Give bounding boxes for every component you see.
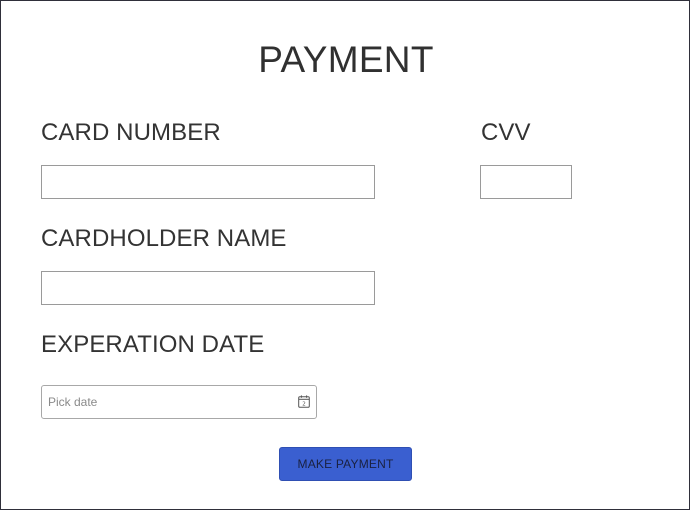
cardholder-name-input[interactable] — [41, 271, 375, 305]
expiration-date-label: EXPERATION DATE — [41, 331, 265, 358]
expiration-date-picker[interactable]: Pick date 2 — [41, 385, 317, 419]
page-title: PAYMENT — [258, 39, 434, 80]
svg-text:2: 2 — [302, 402, 306, 408]
card-number-input[interactable] — [41, 165, 375, 199]
card-number-label: CARD NUMBER — [41, 119, 221, 146]
make-payment-button[interactable]: MAKE PAYMENT — [279, 447, 412, 481]
cvv-label: CVV — [481, 119, 531, 146]
calendar-icon[interactable]: 2 — [298, 395, 310, 408]
date-placeholder: Pick date — [48, 395, 98, 409]
cardholder-name-label: CARDHOLDER NAME — [41, 225, 287, 252]
cvv-input[interactable] — [480, 165, 572, 199]
payment-form-window: PAYMENT CARD NUMBER CVV CARDHOLDER NAME … — [0, 0, 690, 510]
